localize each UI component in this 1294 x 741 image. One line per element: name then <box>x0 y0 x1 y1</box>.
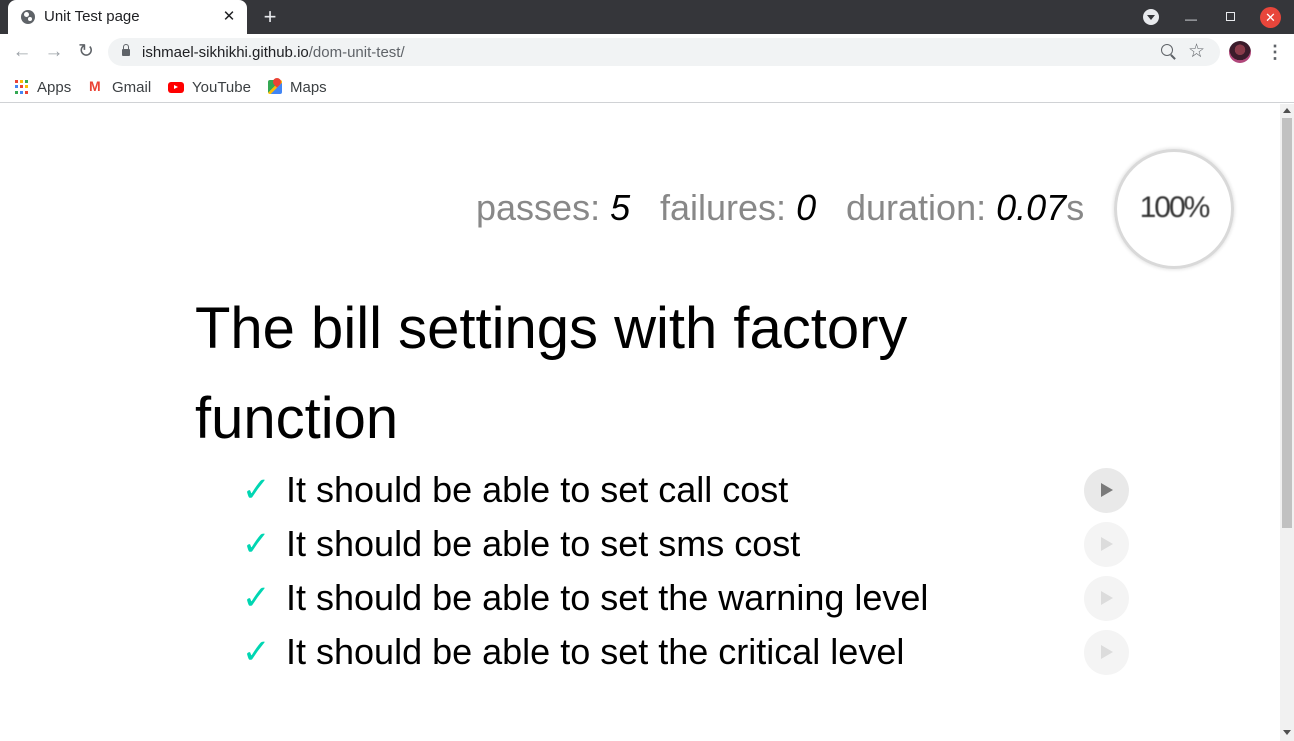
bookmark-label: YouTube <box>192 78 251 96</box>
duration-label: duration: <box>846 187 997 228</box>
apps-grid-icon <box>15 80 29 94</box>
page-content: passes: 5 failures: 0 duration: 0.07s 10… <box>0 104 1280 741</box>
test-title[interactable]: It should be able to set the warning lev… <box>286 576 928 620</box>
progress-percent: 100% <box>1139 191 1211 224</box>
test-title[interactable]: It should be able to set sms cost <box>286 522 800 566</box>
passes-value: 5 <box>610 187 631 228</box>
scroll-up-icon[interactable] <box>1283 108 1291 113</box>
duration-unit: s <box>1066 187 1085 228</box>
progress-ring: 100% <box>1114 149 1234 269</box>
duration-value: 0.07 <box>996 187 1067 228</box>
bookmark-star-icon[interactable]: ☆ <box>1188 40 1205 64</box>
url-host: ishmael-sikhikhi.github.io <box>142 44 309 61</box>
bookmark-youtube[interactable]: YouTube <box>168 76 251 98</box>
check-icon: ✓ <box>242 633 271 671</box>
replay-button[interactable] <box>1084 630 1129 675</box>
close-window-button[interactable]: ✕ <box>1260 7 1281 28</box>
bookmarks-bar: Apps Gmail YouTube Maps <box>0 70 1294 103</box>
vertical-scrollbar[interactable] <box>1280 104 1294 741</box>
tab-search-icon[interactable] <box>1143 9 1159 25</box>
new-tab-button[interactable]: + <box>258 4 282 30</box>
maps-icon <box>268 80 282 94</box>
test-item[interactable]: ✓ It should be able to set call cost <box>242 468 1132 522</box>
test-item[interactable]: ✓ It should be able to set sms cost <box>242 522 1132 576</box>
bookmark-label: Maps <box>290 78 327 96</box>
stat-failures[interactable]: failures: 0 <box>660 188 816 228</box>
bookmark-apps[interactable]: Apps <box>15 76 71 98</box>
scroll-down-icon[interactable] <box>1283 730 1291 735</box>
address-bar[interactable]: ishmael-sikhikhi.github.io/dom-unit-test… <box>108 38 1220 66</box>
check-icon: ✓ <box>242 471 271 509</box>
bookmark-maps[interactable]: Maps <box>268 76 327 98</box>
tab-title: Unit Test page <box>44 8 140 25</box>
replay-button[interactable] <box>1084 522 1129 567</box>
bookmark-label: Apps <box>37 78 72 96</box>
scroll-thumb[interactable] <box>1282 118 1292 528</box>
replay-button[interactable] <box>1084 468 1129 513</box>
youtube-icon <box>168 81 184 93</box>
replay-button[interactable] <box>1084 576 1129 621</box>
browser-toolbar: ← → ↻ ishmael-sikhikhi.github.io/dom-uni… <box>0 34 1294 70</box>
restore-window-button[interactable] <box>1226 12 1235 21</box>
minimize-window-button[interactable]: — <box>1184 7 1198 27</box>
lock-icon[interactable] <box>122 44 130 56</box>
passes-label: passes: <box>476 187 611 228</box>
test-item[interactable]: ✓ It should be able to set the warning l… <box>242 576 1132 630</box>
zoom-icon[interactable] <box>1160 43 1178 61</box>
failures-label: failures: <box>660 187 797 228</box>
reload-icon[interactable]: ↻ <box>74 40 98 64</box>
test-item[interactable]: ✓ It should be able to set the critical … <box>242 630 1132 684</box>
suite-title[interactable]: The bill settings with factory function <box>195 284 1095 464</box>
tab-close-icon[interactable]: ✕ <box>219 7 239 27</box>
bookmark-gmail[interactable]: Gmail <box>89 76 151 98</box>
test-title[interactable]: It should be able to set the critical le… <box>286 630 904 674</box>
tab-unit-test-page[interactable]: Unit Test page ✕ <box>8 0 247 34</box>
gmail-icon <box>89 78 104 94</box>
url-text[interactable]: ishmael-sikhikhi.github.io/dom-unit-test… <box>142 44 405 61</box>
check-icon: ✓ <box>242 525 271 563</box>
globe-icon <box>21 10 35 24</box>
url-path: /dom-unit-test/ <box>308 44 405 61</box>
stat-passes[interactable]: passes: 5 <box>476 188 630 228</box>
failures-value: 0 <box>796 187 817 228</box>
profile-avatar[interactable] <box>1229 41 1251 63</box>
forward-arrow-icon[interactable]: → <box>42 40 66 64</box>
test-title[interactable]: It should be able to set call cost <box>286 468 788 512</box>
check-icon: ✓ <box>242 579 271 617</box>
stat-duration: duration: 0.07s <box>846 188 1084 228</box>
more-menu-icon[interactable]: ⋮ <box>1266 40 1284 64</box>
back-arrow-icon[interactable]: ← <box>10 40 34 64</box>
tab-strip: Unit Test page ✕ + — ✕ <box>0 0 1294 34</box>
bookmark-label: Gmail <box>112 78 152 96</box>
